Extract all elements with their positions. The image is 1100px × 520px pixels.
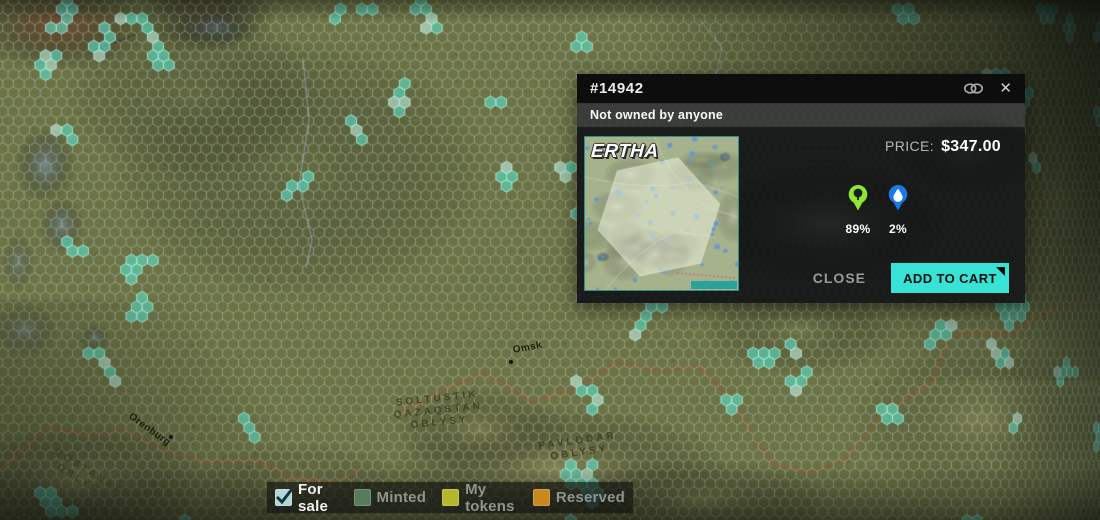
legend-item-minted[interactable]: Minted: [353, 489, 427, 506]
water-drop-pin-icon: [887, 184, 909, 217]
land-stat: 89%: [843, 184, 873, 236]
land-plot-popup: #14942 ✕ Not owned by anyone ERTHA PRICE…: [577, 74, 1025, 303]
plot-stats: 89% 2%: [747, 184, 1009, 236]
button-corner-notch-icon: [996, 267, 1005, 276]
plot-thumbnail: ERTHA: [584, 136, 739, 291]
land-percent: 89%: [845, 222, 871, 236]
checkbox-my-tokens[interactable]: [442, 489, 460, 506]
add-to-cart-label: ADD TO CART: [903, 270, 997, 286]
map-legend: For sale Minted My tokens Reserved: [267, 481, 633, 515]
popup-actions: CLOSE ADD TO CART: [747, 263, 1009, 293]
water-percent: 2%: [889, 222, 907, 236]
legend-label-minted: Minted: [376, 489, 427, 506]
legend-item-reserved[interactable]: Reserved: [532, 489, 625, 506]
water-stat: 2%: [883, 184, 913, 236]
tree-pin-icon: [847, 184, 869, 217]
ownership-status-text: Not owned by anyone: [590, 108, 723, 122]
ownership-status-bar: Not owned by anyone: [577, 103, 1025, 127]
ertha-land-map-screen: Omsk Orenburg SOLTUSTIK QAZAQSTAN OBLYSY PA…: [0, 0, 1100, 520]
checkbox-reserved[interactable]: [532, 489, 550, 506]
popup-body: ERTHA PRICE: $347.00 89% 2% CLOSE ADD TO…: [577, 127, 1025, 303]
price-label: PRICE:: [884, 138, 935, 154]
legend-label-for-sale: For sale: [298, 480, 328, 515]
map-attribution-strip: [691, 281, 737, 289]
close-button[interactable]: CLOSE: [813, 270, 866, 286]
price-value: $347.00: [941, 138, 1001, 155]
plot-id: #14942: [590, 80, 644, 97]
legend-label-reserved: Reserved: [555, 489, 625, 506]
legend-item-my-tokens[interactable]: My tokens: [442, 481, 517, 515]
ertha-logo: ERTHA: [590, 141, 660, 162]
popup-details: PRICE: $347.00 89% 2% CLOSE ADD TO CART: [747, 136, 1017, 293]
add-to-cart-button[interactable]: ADD TO CART: [891, 263, 1009, 293]
checkbox-minted[interactable]: [353, 489, 371, 506]
close-icon[interactable]: ✕: [999, 81, 1012, 96]
price-row: PRICE: $347.00: [747, 138, 1001, 156]
checkmark-icon: [275, 488, 294, 505]
popup-header: #14942 ✕: [577, 74, 1025, 103]
chain-link-icon[interactable]: [963, 82, 984, 95]
checkbox-for-sale[interactable]: [275, 488, 294, 506]
legend-item-for-sale[interactable]: For sale: [275, 481, 338, 515]
legend-label-my-tokens: My tokens: [465, 480, 515, 515]
